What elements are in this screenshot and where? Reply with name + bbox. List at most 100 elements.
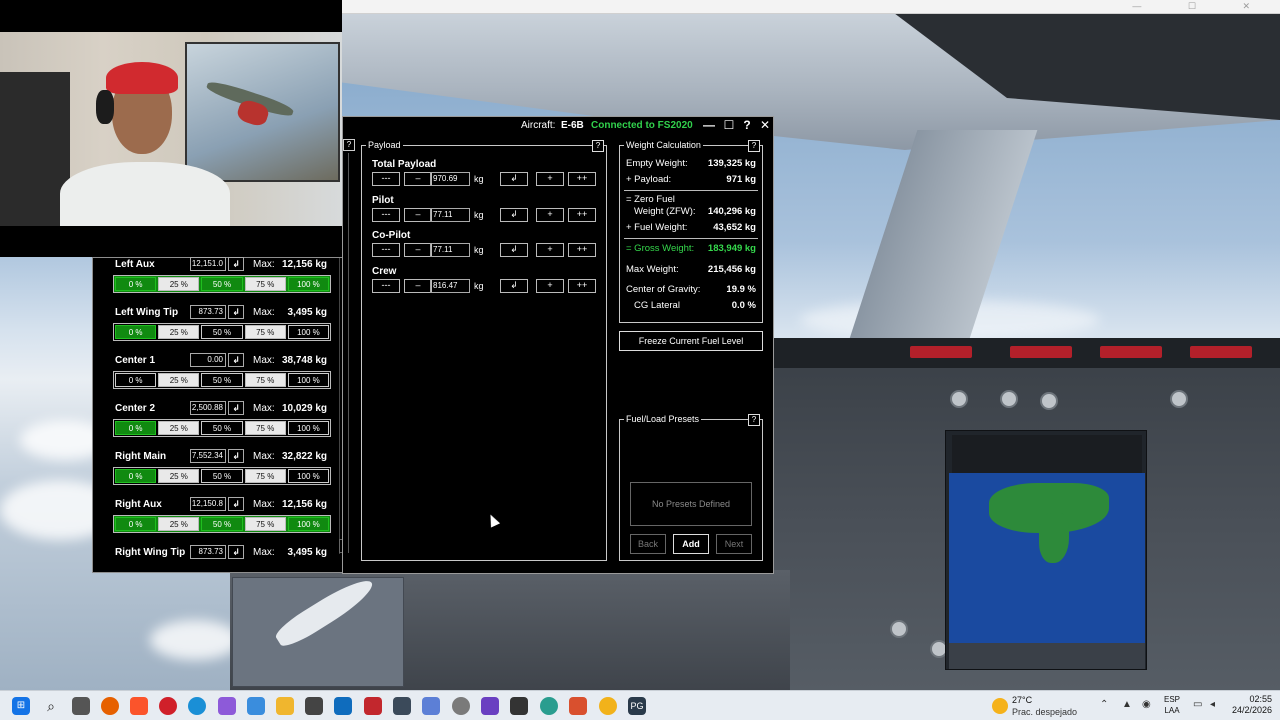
increase-button[interactable]: + bbox=[536, 172, 564, 186]
fuel-level-0-button[interactable]: 0 % bbox=[115, 517, 157, 531]
apply-button[interactable]: ↲ bbox=[228, 401, 244, 415]
help-icon[interactable]: ? bbox=[343, 139, 355, 151]
network-icon[interactable]: ▭ bbox=[1193, 699, 1202, 710]
apply-button[interactable]: ↲ bbox=[500, 207, 528, 222]
edge-icon[interactable] bbox=[188, 697, 206, 715]
fuel-tank-value-input[interactable]: 0.00 bbox=[190, 353, 226, 367]
fuel-tank-value-input[interactable]: 2,500.88 bbox=[190, 401, 226, 415]
apply-button[interactable]: ↲ bbox=[228, 257, 244, 271]
fuel-level-0-button[interactable]: 0 % bbox=[115, 421, 157, 435]
increase-button[interactable]: + bbox=[536, 207, 564, 222]
fuel-level-100-button[interactable]: 100 % bbox=[287, 517, 330, 531]
add-button[interactable]: Add bbox=[673, 534, 709, 554]
left-splitter[interactable] bbox=[343, 153, 349, 553]
fuel-level-100-button[interactable]: 100 % bbox=[287, 325, 330, 339]
window-titlebar[interactable]: Aircraft: E-6B Connected to FS2020 — ☐ ?… bbox=[343, 117, 773, 135]
tray-chevron-icon[interactable]: ⌃ bbox=[1100, 699, 1108, 710]
decrease-more-button[interactable]: --- bbox=[372, 172, 400, 186]
apply-button[interactable]: ↲ bbox=[500, 278, 528, 293]
app-icon[interactable] bbox=[422, 697, 440, 715]
increase-more-button[interactable]: ++ bbox=[568, 172, 596, 186]
increase-button[interactable]: + bbox=[536, 243, 564, 257]
outlook-icon[interactable] bbox=[334, 697, 352, 715]
fuel-level-75-button[interactable]: 75 % bbox=[244, 325, 286, 339]
fuel-level-100-button[interactable]: 100 % bbox=[287, 421, 330, 435]
tray-app-icon[interactable]: ▲ bbox=[1122, 699, 1132, 710]
fuel-level-50-button[interactable]: 50 % bbox=[201, 421, 243, 435]
decrease-more-button[interactable]: --- bbox=[372, 243, 400, 257]
clock[interactable]: 02:55 24/2/2026 bbox=[1226, 694, 1272, 716]
minimize-button[interactable]: — bbox=[701, 118, 717, 134]
search-icon[interactable]: ⌕ bbox=[42, 697, 60, 715]
fuel-level-75-button[interactable]: 75 % bbox=[244, 421, 286, 435]
fuel-level-0-button[interactable]: 0 % bbox=[115, 325, 157, 339]
store-icon[interactable] bbox=[305, 697, 323, 715]
fuel-level-75-button[interactable]: 75 % bbox=[244, 469, 286, 483]
apply-button[interactable]: ↲ bbox=[500, 243, 528, 257]
fuel-level-0-button[interactable]: 0 % bbox=[115, 373, 157, 387]
fuel-level-100-button[interactable]: 100 % bbox=[287, 373, 330, 387]
app-icon[interactable]: PG bbox=[628, 697, 646, 715]
fuel-level-25-button[interactable]: 25 % bbox=[158, 517, 200, 531]
apply-button[interactable]: ↲ bbox=[228, 305, 244, 319]
decrease-button[interactable]: – bbox=[404, 243, 432, 257]
apply-button[interactable]: ↲ bbox=[228, 545, 244, 559]
fuel-level-25-button[interactable]: 25 % bbox=[158, 421, 200, 435]
fuel-level-50-button[interactable]: 50 % bbox=[201, 373, 243, 387]
opera-icon[interactable] bbox=[159, 697, 177, 715]
app-icon[interactable] bbox=[364, 697, 382, 715]
file-explorer-icon[interactable] bbox=[276, 697, 294, 715]
fuel-level-50-button[interactable]: 50 % bbox=[201, 517, 243, 531]
decrease-button[interactable]: – bbox=[404, 278, 432, 293]
app-icon[interactable] bbox=[599, 697, 617, 715]
firefox-icon[interactable] bbox=[101, 697, 119, 715]
windows-start-icon[interactable]: ⊞ bbox=[12, 697, 30, 715]
weight-help-icon[interactable]: ? bbox=[748, 140, 760, 152]
decrease-more-button[interactable]: --- bbox=[372, 278, 400, 293]
back-button[interactable]: Back bbox=[630, 534, 666, 554]
fuel-level-75-button[interactable]: 75 % bbox=[244, 517, 286, 531]
fuel-tank-value-input[interactable]: 873.73 bbox=[190, 545, 226, 559]
microphone-icon[interactable]: ◉ bbox=[1142, 699, 1151, 710]
maximize-button[interactable]: ☐ bbox=[721, 118, 737, 134]
language-indicator[interactable]: ESP LAA bbox=[1164, 694, 1180, 716]
increase-more-button[interactable]: ++ bbox=[568, 243, 596, 257]
fuel-tank-value-input[interactable]: 873.73 bbox=[190, 305, 226, 319]
app-icon[interactable] bbox=[569, 697, 587, 715]
fuel-level-75-button[interactable]: 75 % bbox=[244, 373, 286, 387]
increase-more-button[interactable]: ++ bbox=[568, 207, 596, 222]
app-icon[interactable] bbox=[452, 697, 470, 715]
fuel-level-50-button[interactable]: 50 % bbox=[201, 277, 243, 291]
presets-help-icon[interactable]: ? bbox=[748, 414, 760, 426]
weather-widget[interactable]: 27°C Prac. despejado bbox=[990, 694, 1100, 718]
payload-value-input[interactable]: 816.47 bbox=[430, 278, 470, 293]
copilot-icon[interactable] bbox=[218, 697, 236, 715]
task-view-icon[interactable] bbox=[72, 697, 90, 715]
next-button[interactable]: Next bbox=[716, 534, 752, 554]
brave-icon[interactable] bbox=[130, 697, 148, 715]
app-icon[interactable] bbox=[510, 697, 528, 715]
fuel-level-100-button[interactable]: 100 % bbox=[287, 469, 330, 483]
fuel-level-100-button[interactable]: 100 % bbox=[287, 277, 330, 291]
app-icon[interactable] bbox=[481, 697, 499, 715]
freeze-fuel-button[interactable]: Freeze Current Fuel Level bbox=[619, 331, 763, 351]
fuel-level-75-button[interactable]: 75 % bbox=[244, 277, 286, 291]
help-button[interactable]: ? bbox=[739, 118, 755, 134]
volume-icon[interactable]: ◂ bbox=[1210, 699, 1215, 710]
fuel-tank-value-input[interactable]: 12,151.0 bbox=[190, 257, 226, 271]
payload-help-icon[interactable]: ? bbox=[592, 140, 604, 152]
apply-button[interactable]: ↲ bbox=[228, 449, 244, 463]
fuel-tank-value-input[interactable]: 12,150.8 bbox=[190, 497, 226, 511]
fuel-level-25-button[interactable]: 25 % bbox=[158, 469, 200, 483]
payload-value-input[interactable]: 970.69 bbox=[430, 172, 470, 186]
increase-button[interactable]: + bbox=[536, 278, 564, 293]
app-icon[interactable] bbox=[540, 697, 558, 715]
decrease-button[interactable]: – bbox=[404, 207, 432, 222]
apply-button[interactable]: ↲ bbox=[228, 497, 244, 511]
fuel-level-0-button[interactable]: 0 % bbox=[115, 469, 157, 483]
fuel-level-50-button[interactable]: 50 % bbox=[201, 469, 243, 483]
payload-value-input[interactable]: 77.11 bbox=[430, 243, 470, 257]
decrease-button[interactable]: – bbox=[404, 172, 432, 186]
apply-button[interactable]: ↲ bbox=[500, 172, 528, 186]
close-button[interactable]: ✕ bbox=[757, 118, 773, 134]
